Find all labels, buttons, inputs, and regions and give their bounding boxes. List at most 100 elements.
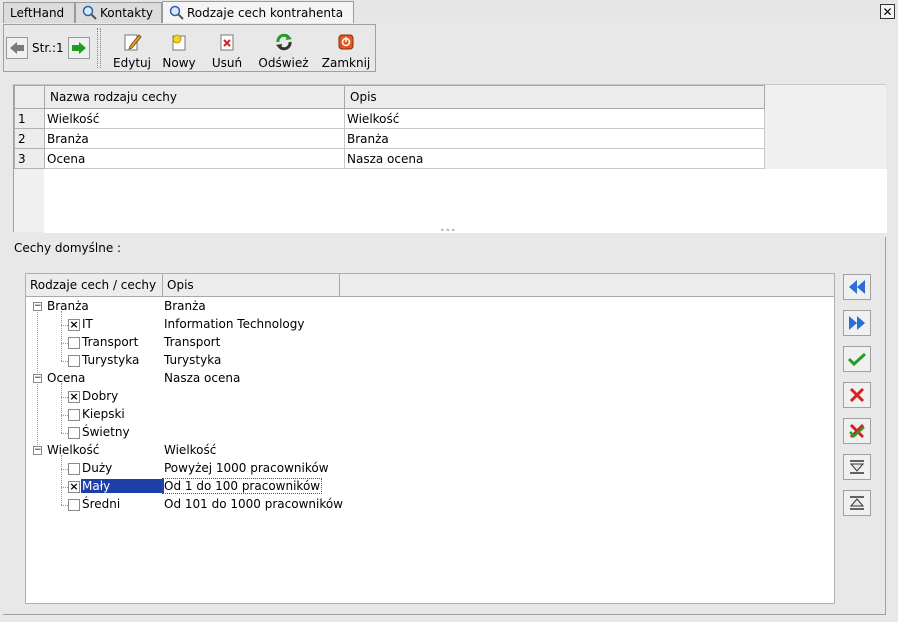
tree-item-row[interactable]: × Dobry (26, 388, 834, 406)
check-cross-icon (849, 423, 865, 439)
cell-opis[interactable]: Branża (344, 128, 765, 149)
checkbox-unchecked[interactable] (68, 427, 80, 439)
close-button[interactable]: Zamknij (321, 28, 371, 70)
uncheck-button[interactable] (843, 382, 871, 408)
close-icon (338, 34, 354, 50)
tab-rodzaje-cech[interactable]: Rodzaje cech kontrahenta (162, 1, 354, 23)
checkbox-checked[interactable]: × (68, 481, 80, 493)
arrow-left-icon (10, 42, 24, 54)
checkbox-unchecked[interactable] (68, 355, 80, 367)
new-button[interactable]: Nowy (160, 28, 198, 70)
tree-line (61, 469, 68, 470)
tree-group-label: Wielkość (47, 443, 100, 457)
column-header-opis[interactable]: Opis (344, 85, 765, 109)
table-row[interactable]: 3 Ocena Nasza ocena (14, 148, 765, 169)
tree-item-label: Średni (82, 497, 121, 511)
move-down-icon (849, 460, 865, 474)
move-down-button[interactable] (843, 454, 871, 480)
collapse-icon[interactable]: − (33, 446, 42, 455)
collapse-icon[interactable]: − (33, 302, 42, 311)
tree-line (61, 415, 68, 416)
cell-name[interactable]: Ocena (44, 148, 345, 169)
row-number: 2 (14, 128, 45, 149)
tree-group-label: Branża (47, 299, 89, 313)
tree-item-label: Świetny (82, 425, 130, 439)
next-page-button[interactable] (67, 37, 90, 59)
tree-item-row[interactable]: Duży Powyżej 1000 pracowników (26, 460, 834, 478)
new-button-label: Nowy (162, 56, 196, 70)
last-button[interactable] (843, 310, 871, 336)
first-icon (849, 280, 865, 294)
tree-group-row[interactable]: − Ocena Nasza ocena (26, 370, 834, 388)
tab-kontakty[interactable]: Kontakty (75, 2, 162, 23)
previous-page-button[interactable] (6, 37, 28, 59)
tree-item-label: Mały (81, 479, 164, 493)
tree-item-row[interactable]: Transport Transport (26, 334, 834, 352)
invert-button[interactable] (843, 418, 871, 444)
tree-group-opis: Branża (164, 299, 206, 313)
tree-header: Rodzaje cech / cechy Opis (26, 274, 834, 297)
tree-item-row-selected[interactable]: × Mały Od 1 do 100 pracowników (26, 478, 834, 496)
move-up-button[interactable] (843, 490, 871, 516)
checkbox-unchecked[interactable] (68, 463, 80, 475)
tree-item-label: IT (82, 317, 93, 331)
tree-item-label: Transport (82, 335, 139, 349)
tree-column-header-name[interactable]: Rodzaje cech / cechy (26, 274, 163, 297)
checkbox-unchecked[interactable] (68, 337, 80, 349)
column-header-nazwa[interactable]: Nazwa rodzaju cechy (44, 85, 345, 109)
search-people-icon (169, 5, 184, 20)
tree-line (61, 343, 68, 344)
tree-column-header-opis[interactable]: Opis (163, 274, 340, 297)
checkbox-checked[interactable]: × (68, 391, 80, 403)
tree-group-row[interactable]: − Branża Branża (26, 298, 834, 316)
tab-lefthand[interactable]: LeftHand (3, 2, 75, 23)
cell-name[interactable]: Wielkość (44, 108, 345, 129)
first-button[interactable] (843, 274, 871, 300)
tree-item-row[interactable]: × IT Information Technology (26, 316, 834, 334)
tree-item-row[interactable]: Turystyka Turystyka (26, 352, 834, 370)
tree-item-opis: Od 101 do 1000 pracowników (164, 497, 343, 511)
row-number: 3 (14, 148, 45, 169)
tree-group-label: Ocena (47, 371, 86, 385)
cell-opis[interactable]: Nasza ocena (344, 148, 765, 169)
collapse-icon[interactable]: − (33, 374, 42, 383)
pager: Str.:1 (6, 35, 90, 61)
features-tree: Rodzaje cech / cechy Opis − Branża Branż… (25, 273, 835, 604)
tree-item-label: Duży (82, 461, 113, 475)
tree-item-opis: Information Technology (164, 317, 305, 331)
edit-button-label: Edytuj (113, 56, 151, 70)
tree-group-row[interactable]: − Wielkość Wielkość (26, 442, 834, 460)
refresh-button[interactable]: Odśwież (256, 28, 311, 70)
checkbox-unchecked[interactable] (68, 499, 80, 511)
cell-name[interactable]: Branża (44, 128, 345, 149)
row-number: 1 (14, 108, 45, 129)
tree-item-opis: Transport (164, 335, 221, 349)
grid-corner (14, 85, 45, 109)
table-row[interactable]: 2 Branża Branża (14, 128, 765, 149)
toolbar-grip[interactable] (97, 28, 101, 68)
tree-line (61, 325, 68, 326)
tree-item-row[interactable]: Świetny (26, 424, 834, 442)
table-row[interactable]: 1 Wielkość Wielkość (14, 108, 765, 129)
search-people-icon (82, 5, 97, 20)
page-indicator: Str.:1 (32, 41, 64, 55)
checkbox-checked[interactable]: × (68, 319, 80, 331)
tree-line (61, 505, 68, 506)
tree-item-row[interactable]: Kiepski (26, 406, 834, 424)
tab-label: LeftHand (10, 6, 65, 20)
delete-button[interactable]: Usuń (209, 28, 245, 70)
tree-line (61, 487, 68, 488)
tree-item-label: Kiepski (82, 407, 125, 421)
toolbar: Str.:1 Edytuj Nowy Usuń Odśwież Zamknij (3, 24, 376, 72)
check-button[interactable] (843, 346, 871, 372)
tree-item-opis: Powyżej 1000 pracowników (164, 461, 329, 475)
tree-item-row[interactable]: Średni Od 101 do 1000 pracowników (26, 496, 834, 514)
cell-opis[interactable]: Wielkość (344, 108, 765, 129)
tree-line (61, 397, 68, 398)
tree-item-label: Turystyka (82, 353, 140, 367)
move-up-icon (849, 496, 865, 510)
checkbox-unchecked[interactable] (68, 409, 80, 421)
cross-icon (849, 387, 865, 403)
close-tab-button[interactable]: ✕ (880, 4, 895, 19)
edit-button[interactable]: Edytuj (112, 28, 152, 70)
